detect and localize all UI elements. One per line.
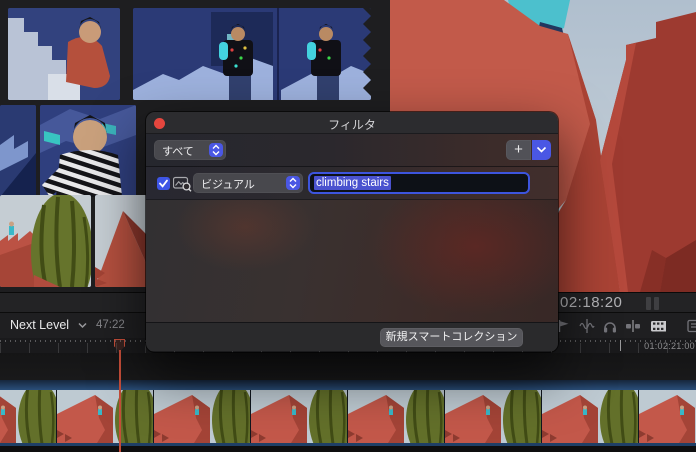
filter-window-titlebar[interactable]: フィルタ [146,112,558,134]
clip-thumbnail-art [0,105,36,197]
rule-checkbox[interactable] [157,177,170,190]
browser-clip-thumbnail[interactable] [95,195,147,287]
clip-thumbnail-art [0,195,91,287]
chevron-up-down-icon [286,176,300,190]
skimming-icon[interactable] [556,318,572,334]
timeline-clip[interactable] [0,380,696,446]
filter-window: フィルタ すべて + [146,112,558,352]
clip-filmstrip-frames [0,390,696,443]
audio-meter-right [654,297,659,310]
new-smart-collection-button[interactable]: 新規スマートコレクション [380,328,523,347]
audio-skimming-icon[interactable] [579,318,595,334]
chevron-down-icon [536,146,547,154]
clip-top-bar [0,380,696,390]
add-rule-button[interactable]: + [506,140,531,160]
keyword-input[interactable]: climbing stairs [308,172,530,194]
check-icon [158,178,169,189]
clip-thumbnail-art [95,195,147,287]
browser-clip-filmstrip[interactable] [133,8,371,100]
rule-type-popup-value: ビジュアル [201,176,255,192]
scope-popup[interactable]: すべて [154,140,226,160]
filter-window-title: フィルタ [146,116,558,133]
visual-search-icon [173,176,192,192]
chevron-up-down-icon [209,143,223,157]
rule-type-popup[interactable]: ビジュアル [193,173,303,193]
filter-rule-row: ビジュアル climbing stairs [146,167,558,200]
final-cut-pro-window: 02:18:20 Next Level 47:22 [0,0,696,452]
solo-icon[interactable] [602,318,618,334]
clip-thumbnail-art [8,8,120,100]
clip-thumbnail-art [40,105,136,197]
project-name[interactable]: Next Level [10,318,69,332]
browser-clip-thumbnail[interactable] [0,195,91,287]
filter-window-footer: 新規スマートコレクション [146,322,558,351]
timecode-display: 02:18:20 [560,294,622,311]
playhead-line[interactable] [119,350,121,452]
timeline-lower-edge [0,446,696,452]
ruler-major-tick [620,340,621,351]
audio-meter-left [646,297,651,310]
clip-appearance-icon[interactable] [650,318,666,334]
scope-popup-value: すべて [162,143,194,159]
timeline-index-icon[interactable] [687,318,696,334]
browser-clip-thumbnail[interactable] [0,105,36,197]
expand-rules-button[interactable] [532,140,551,160]
snapping-icon[interactable] [625,318,641,334]
chevron-down-icon[interactable] [78,322,87,329]
browser-clip-thumbnail[interactable] [40,105,136,197]
project-duration: 47:22 [96,319,125,331]
browser-clip-thumbnail[interactable] [8,8,120,100]
filter-scope-row: すべて + [146,134,558,167]
keyword-selected-text: climbing stairs [314,176,391,190]
clip-filmstrip-art [133,8,371,100]
ruler-timecode-label: 01:02:21:00 [644,341,695,351]
filter-window-body [146,200,558,322]
